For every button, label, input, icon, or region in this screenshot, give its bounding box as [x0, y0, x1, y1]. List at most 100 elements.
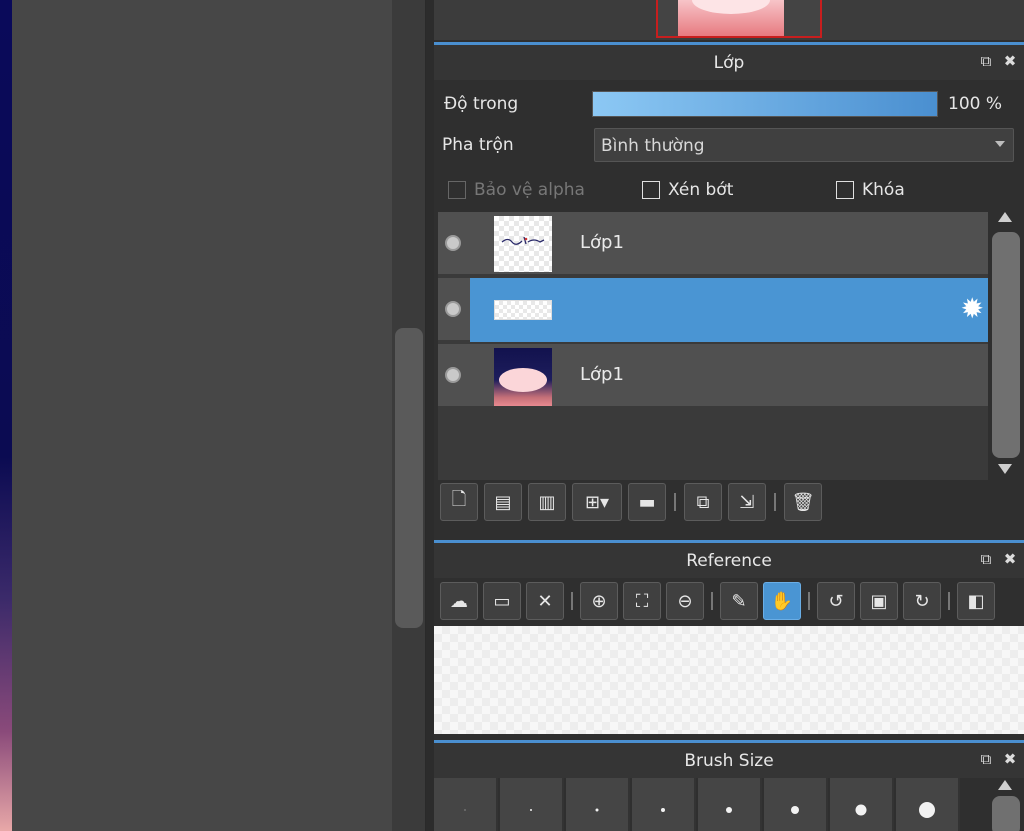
- open-folder-icon[interactable]: ▭: [483, 582, 521, 620]
- layer-list-scroll-thumb[interactable]: [992, 232, 1020, 458]
- scroll-down-arrow-icon[interactable]: [998, 464, 1012, 474]
- blend-mode-select[interactable]: Bình thường: [594, 128, 1014, 162]
- canvas-area[interactable]: [0, 0, 392, 831]
- layer-thumbnail: [494, 216, 552, 272]
- opacity-value: 100 %: [948, 94, 1003, 114]
- brush-size-panel-title: Brush Size: [684, 750, 774, 771]
- protect-alpha-checkbox[interactable]: Bảo vệ alpha: [448, 180, 585, 200]
- flip-icon[interactable]: ◧: [957, 582, 995, 620]
- layer-thumbnail: [494, 348, 552, 406]
- rotate-right-icon[interactable]: ↻: [903, 582, 941, 620]
- new-8bit-layer-icon[interactable]: ▤: [484, 483, 522, 521]
- lock-checkbox[interactable]: Khóa: [836, 180, 905, 200]
- brush-size-dot: [726, 807, 732, 813]
- opacity-slider-fill: [593, 92, 937, 116]
- add-layer-menu-icon[interactable]: ⊞▾: [572, 483, 622, 521]
- canvas-image-edge: [0, 0, 12, 831]
- brush-size-scrollbar[interactable]: [990, 778, 1022, 831]
- brush-size-dot: [855, 804, 867, 816]
- right-panel-column: Lớp ⧉ ✖ Độ trong 100 % Pha trộn Bình thư…: [434, 0, 1024, 831]
- toolbar-separator: [571, 592, 573, 610]
- brush-size-panel-header: Brush Size ⧉ ✖: [434, 740, 1024, 778]
- new-1bit-layer-icon[interactable]: ▥: [528, 483, 566, 521]
- fit-icon[interactable]: ⛶: [623, 582, 661, 620]
- layer-thumbnail-oval: [499, 368, 547, 392]
- reference-panel-title: Reference: [686, 550, 772, 571]
- toolbar-separator: [674, 493, 676, 511]
- protect-alpha-label: Bảo vệ alpha: [474, 180, 585, 200]
- brush-size-cell[interactable]: [830, 778, 894, 831]
- hand-icon[interactable]: ✋: [763, 582, 801, 620]
- brush-size-cell[interactable]: [896, 778, 960, 831]
- scroll-up-arrow-icon[interactable]: [998, 780, 1012, 790]
- reference-panel-header: Reference ⧉ ✖: [434, 540, 1024, 578]
- lock-label: Khóa: [862, 180, 905, 200]
- duplicate-icon[interactable]: ⧉: [684, 483, 722, 521]
- scroll-up-arrow-icon[interactable]: [998, 212, 1012, 222]
- layer-row[interactable]: Lớp1: [438, 344, 988, 408]
- brush-size-cell[interactable]: [632, 778, 696, 831]
- fullscreen-icon[interactable]: ▣: [860, 582, 898, 620]
- zoom-out-icon[interactable]: ⊖: [666, 582, 704, 620]
- opacity-slider[interactable]: [592, 91, 938, 117]
- brush-size-dot: [661, 808, 665, 812]
- canvas-scroll-thumb[interactable]: [395, 328, 423, 628]
- brush-size-cell[interactable]: [764, 778, 828, 831]
- navigator-preview-image: [678, 0, 784, 36]
- brush-size-dot: [595, 808, 599, 812]
- panel-divider[interactable]: [426, 0, 434, 831]
- reference-toolbar: ☁ ▭ ✕ ⊕ ⛶ ⊖ ✎ ✋ ↺ ▣ ↻ ◧: [440, 582, 995, 620]
- popout-icon[interactable]: ⧉: [978, 551, 994, 567]
- layer-list: Lớp1 ✹ Lớp1: [438, 212, 988, 480]
- layer-thumbnail: [494, 300, 552, 320]
- navigator-preview[interactable]: [656, 0, 822, 38]
- layer-list-scrollbar[interactable]: [990, 212, 1022, 480]
- upload-icon[interactable]: ☁: [440, 582, 478, 620]
- brush-size-cell[interactable]: [698, 778, 762, 831]
- layer-panel-header: Lớp ⧉ ✖: [434, 42, 1024, 80]
- reference-panel-body: ☁ ▭ ✕ ⊕ ⛶ ⊖ ✎ ✋ ↺ ▣ ↻ ◧: [434, 578, 1024, 738]
- toolbar-separator: [808, 592, 810, 610]
- brush-size-scroll-thumb[interactable]: [992, 796, 1020, 831]
- toolbar-separator: [948, 592, 950, 610]
- toolbar-separator: [774, 493, 776, 511]
- checkbox-box: [642, 181, 660, 199]
- layer-name[interactable]: Lớp1: [580, 364, 624, 385]
- brush-size-dot: [919, 802, 935, 818]
- close-panel-icon[interactable]: ✖: [1002, 751, 1018, 767]
- clipping-checkbox[interactable]: Xén bớt: [642, 180, 733, 200]
- layer-toolbar: 🗋 ▤ ▥ ⊞▾ ▬ ⧉ ⇲ 🗑: [440, 483, 822, 521]
- trash-icon[interactable]: 🗑: [784, 483, 822, 521]
- brush-size-dot: [464, 809, 466, 811]
- brush-size-cell[interactable]: [500, 778, 564, 831]
- brush-size-cell[interactable]: [434, 778, 498, 831]
- checkbox-box: [836, 181, 854, 199]
- layer-name[interactable]: Lớp1: [580, 232, 624, 253]
- close-icon[interactable]: ✕: [526, 582, 564, 620]
- visibility-toggle-icon[interactable]: [445, 367, 461, 383]
- folder-icon[interactable]: ▬: [628, 483, 666, 521]
- navigator-strip: [434, 0, 1024, 40]
- popout-icon[interactable]: ⧉: [978, 751, 994, 767]
- navigator-preview-oval: [692, 0, 770, 14]
- layer-row-selected[interactable]: ✹: [438, 278, 988, 342]
- toolbar-separator: [711, 592, 713, 610]
- layer-panel-body: Độ trong 100 % Pha trộn Bình thường Bảo …: [434, 82, 1024, 532]
- visibility-toggle-icon[interactable]: [445, 301, 461, 317]
- blend-label: Pha trộn: [442, 135, 514, 155]
- close-panel-icon[interactable]: ✖: [1002, 53, 1018, 69]
- reference-canvas[interactable]: [434, 626, 1024, 734]
- brush-size-cell[interactable]: [566, 778, 630, 831]
- new-layer-icon[interactable]: 🗋: [440, 483, 478, 521]
- blend-mode-value: Bình thường: [601, 136, 705, 156]
- gear-icon[interactable]: ✹: [961, 295, 984, 323]
- close-panel-icon[interactable]: ✖: [1002, 551, 1018, 567]
- eyedropper-icon[interactable]: ✎: [720, 582, 758, 620]
- layer-row[interactable]: Lớp1: [438, 212, 988, 276]
- popout-icon[interactable]: ⧉: [978, 53, 994, 69]
- zoom-in-icon[interactable]: ⊕: [580, 582, 618, 620]
- brush-size-panel-body: [434, 778, 1024, 831]
- merge-down-icon[interactable]: ⇲: [728, 483, 766, 521]
- rotate-left-icon[interactable]: ↺: [817, 582, 855, 620]
- visibility-toggle-icon[interactable]: [445, 235, 461, 251]
